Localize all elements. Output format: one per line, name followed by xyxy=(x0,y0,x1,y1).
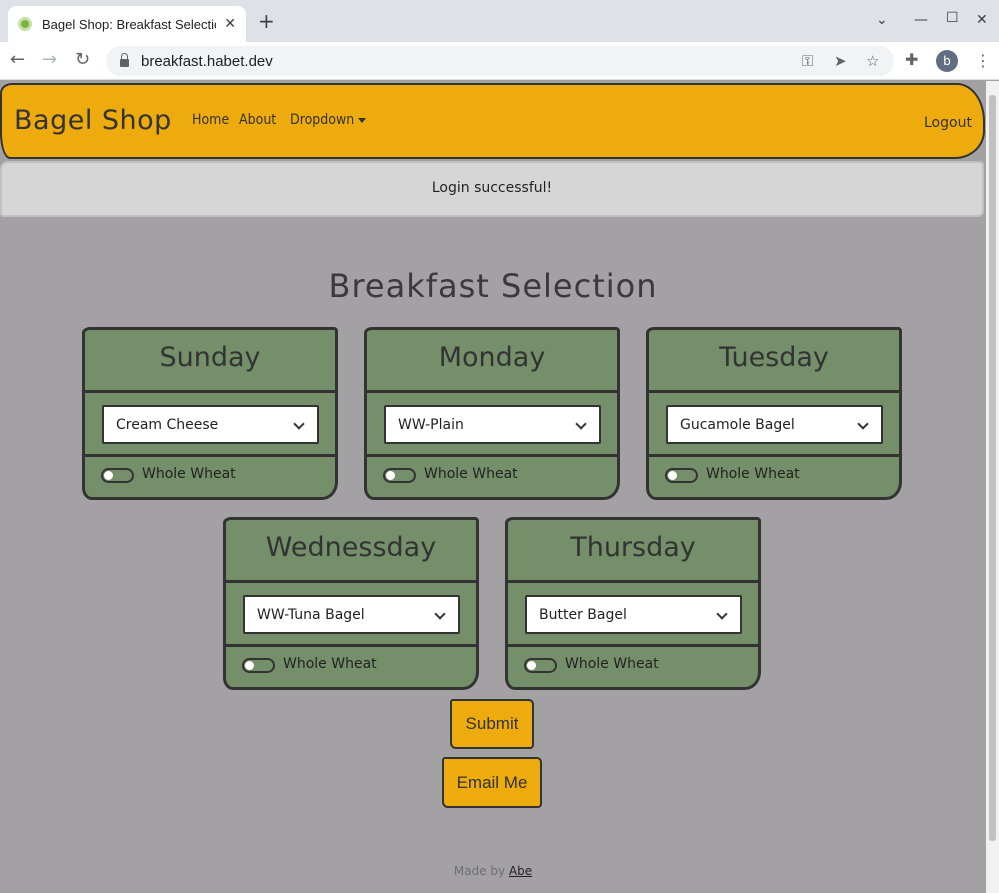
select-value: Gucamole Bagel xyxy=(680,416,795,433)
menu-kebab-icon[interactable]: ⋮ xyxy=(975,51,991,70)
chevron-down-icon xyxy=(857,418,869,430)
maximize-icon[interactable]: ☐ xyxy=(946,10,959,26)
day-card-sunday: Sunday Cream Cheese Whole Wheat xyxy=(82,327,338,500)
toggle-knob xyxy=(245,661,254,670)
toggle-label: Whole Wheat xyxy=(283,656,377,672)
address-bar[interactable]: breakfast.habet.dev ⚿ ➤ ☆ xyxy=(106,46,894,76)
select-value: Cream Cheese xyxy=(116,416,219,433)
tab-search-icon[interactable]: ⌄ xyxy=(876,12,888,28)
whole-wheat-toggle[interactable] xyxy=(524,658,557,673)
author-link[interactable]: Abe xyxy=(509,864,532,878)
reload-icon[interactable]: ↻ xyxy=(75,50,90,70)
scrollbar-thumb[interactable] xyxy=(989,95,996,841)
toggle-knob xyxy=(668,471,677,480)
day-card-tuesday: Tuesday Gucamole Bagel Whole Wheat xyxy=(646,327,902,500)
bagel-select[interactable]: WW-Tuna Bagel xyxy=(243,595,460,634)
key-icon[interactable]: ⚿ xyxy=(802,52,813,70)
nav-dropdown-label: Dropdown xyxy=(290,112,355,128)
day-title: Tuesday xyxy=(649,330,899,393)
back-icon[interactable]: ← xyxy=(10,50,25,70)
close-tab-icon[interactable]: ✕ xyxy=(224,16,236,32)
footer-text: Made by xyxy=(453,864,506,878)
tab-title: Bagel Shop: Breakfast Selection xyxy=(42,16,217,32)
toggle-knob xyxy=(104,471,113,480)
day-title: Wednessday xyxy=(226,520,476,583)
browser-toolbar: ← → ↻ breakfast.habet.dev ⚿ ➤ ☆ ✚ b ⋮ xyxy=(0,42,999,80)
bookmark-star-icon[interactable]: ☆ xyxy=(866,52,879,70)
chevron-down-icon xyxy=(434,608,446,620)
submit-button[interactable]: Submit xyxy=(450,699,534,749)
select-value: WW-Plain xyxy=(398,416,464,433)
site-navbar: Bagel Shop Home About Dropdown Logout xyxy=(0,83,985,159)
whole-wheat-toggle[interactable] xyxy=(242,658,275,673)
divider xyxy=(367,454,617,457)
extensions-icon[interactable]: ✚ xyxy=(905,50,918,70)
url-text: breakfast.habet.dev xyxy=(141,52,273,70)
minimize-icon[interactable]: — xyxy=(914,12,928,28)
close-window-icon[interactable]: ✕ xyxy=(976,12,988,28)
day-title: Sunday xyxy=(85,330,335,393)
toggle-label: Whole Wheat xyxy=(565,656,659,672)
brand-logo[interactable]: Bagel Shop xyxy=(14,105,172,136)
whole-wheat-toggle[interactable] xyxy=(665,468,698,483)
send-icon[interactable]: ➤ xyxy=(834,52,847,70)
divider xyxy=(85,454,335,457)
caret-down-icon xyxy=(358,117,367,123)
chevron-down-icon xyxy=(293,418,305,430)
divider xyxy=(649,454,899,457)
success-alert: Login successful! xyxy=(0,161,984,217)
footer: Made by Abe xyxy=(0,864,986,878)
nav-dropdown[interactable]: Dropdown xyxy=(290,112,367,128)
bagel-select[interactable]: Cream Cheese xyxy=(102,405,319,444)
page-viewport: Bagel Shop Home About Dropdown Logout Lo… xyxy=(0,81,986,893)
page-scrollbar[interactable] xyxy=(986,81,999,893)
divider xyxy=(508,644,758,647)
whole-wheat-toggle[interactable] xyxy=(383,468,416,483)
select-value: WW-Tuna Bagel xyxy=(257,606,365,623)
favicon-icon xyxy=(18,17,32,31)
lock-icon xyxy=(120,53,129,67)
day-title: Monday xyxy=(367,330,617,393)
toggle-label: Whole Wheat xyxy=(706,466,800,482)
nav-about[interactable]: About xyxy=(239,112,276,128)
day-title: Thursday xyxy=(508,520,758,583)
select-value: Butter Bagel xyxy=(539,606,627,623)
toggle-label: Whole Wheat xyxy=(142,466,236,482)
day-card-wednesday: Wednessday WW-Tuna Bagel Whole Wheat xyxy=(223,517,479,690)
email-me-button[interactable]: Email Me xyxy=(442,757,542,808)
bagel-select[interactable]: Gucamole Bagel xyxy=(666,405,883,444)
toggle-knob xyxy=(386,471,395,480)
page-title: Breakfast Selection xyxy=(328,267,658,305)
profile-avatar[interactable]: b xyxy=(936,50,958,72)
forward-icon[interactable]: → xyxy=(42,50,57,70)
chevron-down-icon xyxy=(716,608,728,620)
whole-wheat-toggle[interactable] xyxy=(101,468,134,483)
browser-tab-strip: Bagel Shop: Breakfast Selection ✕ + ⌄ — … xyxy=(0,0,999,42)
bagel-select[interactable]: Butter Bagel xyxy=(525,595,742,634)
day-card-monday: Monday WW-Plain Whole Wheat xyxy=(364,327,620,500)
toggle-knob xyxy=(527,661,536,670)
bagel-select[interactable]: WW-Plain xyxy=(384,405,601,444)
nav-home[interactable]: Home xyxy=(192,112,229,128)
toggle-label: Whole Wheat xyxy=(424,466,518,482)
divider xyxy=(226,644,476,647)
day-card-thursday: Thursday Butter Bagel Whole Wheat xyxy=(505,517,761,690)
chevron-down-icon xyxy=(575,418,587,430)
browser-tab[interactable]: Bagel Shop: Breakfast Selection ✕ xyxy=(8,6,246,42)
logout-link[interactable]: Logout xyxy=(924,115,972,131)
new-tab-icon[interactable]: + xyxy=(258,11,275,31)
